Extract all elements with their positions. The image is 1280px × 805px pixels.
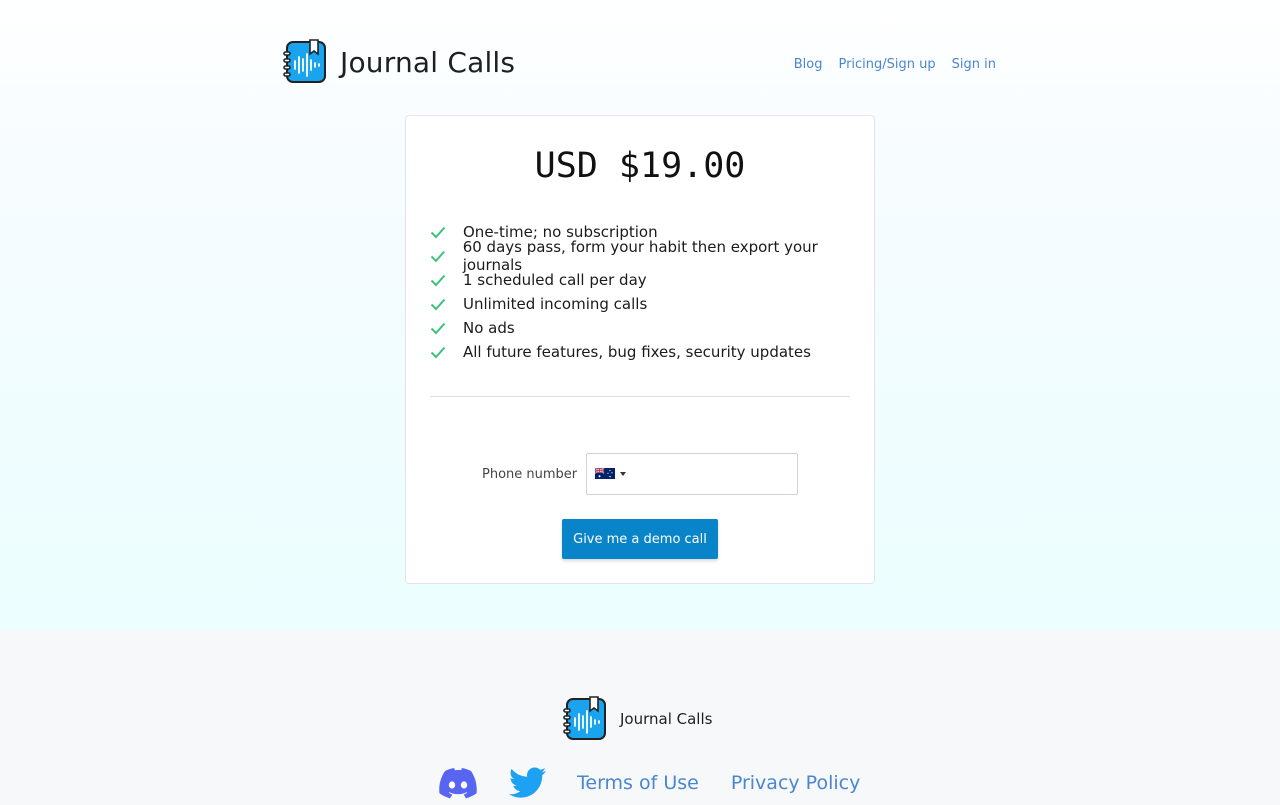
phone-input[interactable] xyxy=(586,453,798,495)
country-select[interactable] xyxy=(595,468,626,479)
feature-text: All future features, bug fixes, security… xyxy=(463,343,811,361)
pricing-card: USD $19.00 One-time; no subscription 60 … xyxy=(405,115,875,584)
feature-text: Unlimited incoming calls xyxy=(463,295,648,313)
feature-text: 60 days pass, form your habit then expor… xyxy=(462,238,818,274)
check-icon xyxy=(430,346,446,359)
feature-list: One-time; no subscription 60 days pass, … xyxy=(430,220,874,364)
australia-flag-icon xyxy=(595,468,615,479)
divider xyxy=(430,396,850,397)
brand-name: Journal Calls xyxy=(340,45,516,79)
discord-icon[interactable] xyxy=(439,766,477,800)
nav-signin-link[interactable]: Sign in xyxy=(952,57,996,72)
price-title: USD $19.00 xyxy=(534,146,746,186)
feature-item: 60 days pass, form your habit then expor… xyxy=(430,238,874,274)
feature-text: 1 scheduled call per day xyxy=(463,271,647,289)
check-icon xyxy=(430,322,446,335)
terms-of-use-link[interactable]: Terms of Use xyxy=(577,772,699,794)
demo-call-button[interactable]: Give me a demo call xyxy=(562,519,718,559)
check-icon xyxy=(430,250,445,263)
feature-item: No ads xyxy=(430,316,874,340)
twitter-icon[interactable] xyxy=(509,766,547,800)
feature-item: Unlimited incoming calls xyxy=(430,292,874,316)
journal-logo-icon xyxy=(563,696,606,740)
check-icon xyxy=(430,274,446,287)
journal-logo-icon xyxy=(283,39,326,83)
privacy-policy-link[interactable]: Privacy Policy xyxy=(731,772,860,794)
top-nav: Blog Pricing/Sign up Sign in xyxy=(794,57,996,72)
header-logo[interactable]: Journal Calls xyxy=(283,39,515,85)
nav-pricing-link[interactable]: Pricing/Sign up xyxy=(838,57,935,72)
footer-brand-name: Journal Calls xyxy=(620,710,713,728)
feature-text: No ads xyxy=(463,319,515,337)
footer-links: Terms of Use Privacy Policy xyxy=(439,766,860,800)
feature-item: All future features, bug fixes, security… xyxy=(430,340,874,364)
chevron-down-icon xyxy=(620,471,626,476)
check-icon xyxy=(430,298,446,311)
footer-logo[interactable]: Journal Calls xyxy=(563,696,712,742)
nav-blog-link[interactable]: Blog xyxy=(794,57,823,72)
phone-label: Phone number xyxy=(482,467,578,482)
check-icon xyxy=(430,226,446,239)
